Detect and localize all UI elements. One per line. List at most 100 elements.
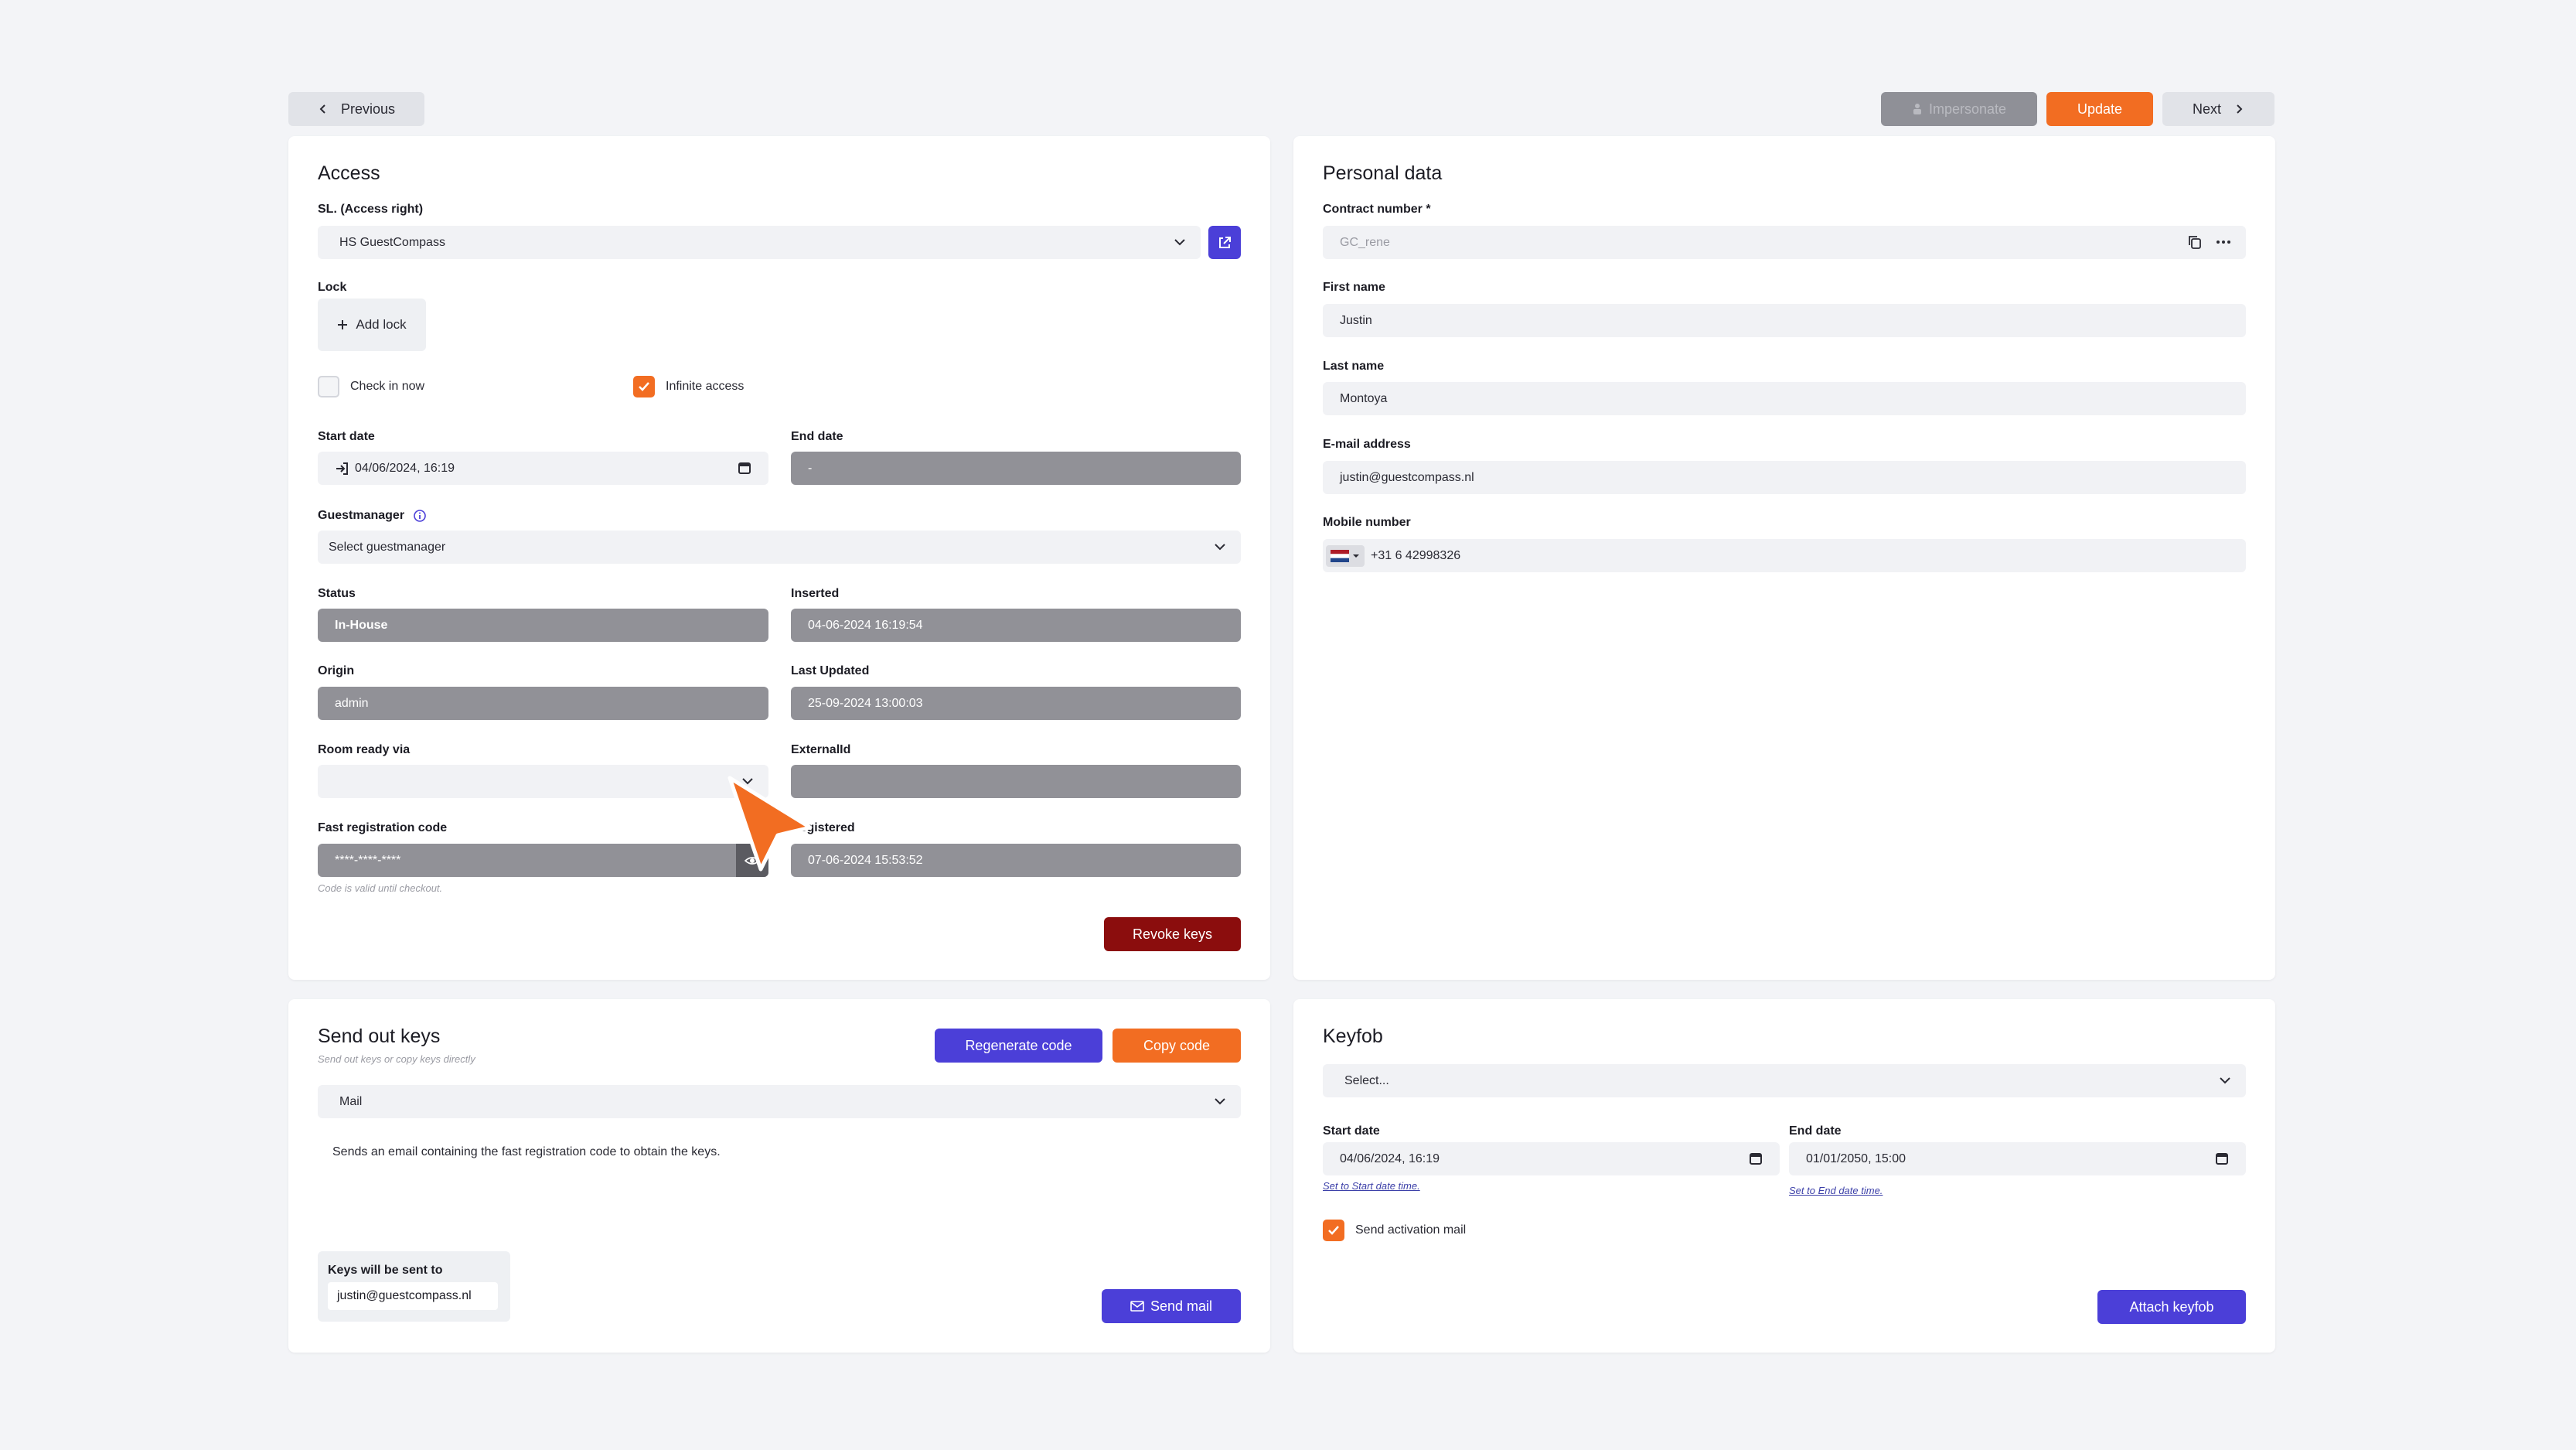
keyfob-title: Keyfob <box>1323 1025 1383 1047</box>
sl-value: HS GuestCompass <box>339 235 445 249</box>
inserted-value: 04-06-2024 16:19:54 <box>808 618 923 632</box>
origin-label: Origin <box>318 664 355 677</box>
first-name-input[interactable]: Justin <box>1323 304 2246 337</box>
fast-registration-hint: Code is valid until checkout. <box>318 882 443 894</box>
previous-label: Previous <box>340 101 396 117</box>
update-button[interactable]: Update <box>2046 92 2153 126</box>
externalid-label: ExternalId <box>791 743 851 756</box>
info-icon[interactable] <box>413 509 427 523</box>
externalid-field <box>791 765 1241 798</box>
send-keys-subtitle: Send out keys or copy keys directly <box>318 1053 475 1065</box>
previous-button[interactable]: Previous <box>288 92 424 126</box>
send-activation-label: Send activation mail <box>1355 1223 1467 1237</box>
mobile-value: +31 6 42998326 <box>1371 548 1461 562</box>
start-date-input[interactable]: 04/06/2024, 16:19 <box>318 452 768 485</box>
next-label: Next <box>2192 101 2221 117</box>
guestmanager-value: Select guestmanager <box>329 540 446 554</box>
recipient-value-chip: justin@guestcompass.nl <box>328 1282 498 1310</box>
keyfob-select[interactable]: Select... <box>1323 1064 2246 1097</box>
chevron-right-icon <box>2237 104 2243 114</box>
recipient-box: Keys will be sent to justin@guestcompass… <box>318 1251 510 1322</box>
last-name-value: Montoya <box>1340 391 1388 405</box>
open-external-button[interactable] <box>1208 226 1241 259</box>
contract-number-value: GC_rene <box>1340 235 1390 249</box>
add-lock-button[interactable]: Add lock <box>318 299 426 351</box>
set-end-date-link[interactable]: Set to End date time. <box>1789 1185 1883 1196</box>
origin-value: admin <box>335 696 369 710</box>
keyfob-end-date-input[interactable]: 01/01/2050, 15:00 <box>1789 1142 2246 1175</box>
add-lock-label: Add lock <box>356 317 407 332</box>
mobile-input[interactable]: +31 6 42998326 <box>1323 539 2246 572</box>
copy-code-button[interactable]: Copy code <box>1113 1029 1241 1063</box>
update-label: Update <box>2077 101 2123 117</box>
mobile-label: Mobile number <box>1323 516 1411 529</box>
end-date-input: - <box>791 452 1241 485</box>
guestmanager-select[interactable]: Select guestmanager <box>318 531 1241 564</box>
infinite-access-label: Infinite access <box>666 380 745 393</box>
revoke-keys-label: Revoke keys <box>1132 926 1213 942</box>
regenerate-code-label: Regenerate code <box>965 1037 1072 1053</box>
keyfob-select-value: Select... <box>1344 1073 1389 1087</box>
lock-label: Lock <box>318 281 347 294</box>
email-label: E-mail address <box>1323 438 1411 451</box>
calendar-icon[interactable] <box>738 461 751 475</box>
regenerate-code-button[interactable]: Regenerate code <box>935 1029 1102 1063</box>
set-start-date-link[interactable]: Set to Start date time. <box>1323 1180 1420 1192</box>
checkmark-icon <box>639 382 649 391</box>
last-updated-label: Last Updated <box>791 664 870 677</box>
next-button[interactable]: Next <box>2162 92 2274 126</box>
calendar-icon[interactable] <box>1749 1151 1763 1165</box>
send-mail-button[interactable]: Send mail <box>1102 1289 1241 1323</box>
more-icon[interactable] <box>2215 234 2232 250</box>
send-method-value: Mail <box>339 1094 363 1108</box>
inserted-label: Inserted <box>791 587 840 600</box>
status-value: In-House <box>335 618 388 632</box>
country-select[interactable] <box>1326 544 1365 567</box>
chevron-left-icon <box>319 104 325 114</box>
status-field: In-House <box>318 609 768 642</box>
keyfob-end-date-value: 01/01/2050, 15:00 <box>1806 1151 1906 1165</box>
attach-keyfob-label: Attach keyfob <box>2129 1298 2214 1315</box>
end-date-value: - <box>808 461 813 475</box>
email-input[interactable]: justin@guestcompass.nl <box>1323 461 2246 494</box>
attach-keyfob-button[interactable]: Attach keyfob <box>2097 1290 2246 1324</box>
fast-registration-field: ****-****-**** <box>318 844 768 877</box>
mail-icon <box>1130 1301 1144 1312</box>
last-name-input[interactable]: Montoya <box>1323 382 2246 415</box>
send-keys-title: Send out keys <box>318 1025 441 1047</box>
send-activation-checkbox[interactable] <box>1323 1220 1344 1241</box>
room-ready-select[interactable] <box>318 765 768 798</box>
calendar-icon[interactable] <box>2215 1151 2229 1165</box>
send-method-select[interactable]: Mail <box>318 1085 1241 1118</box>
sl-select[interactable]: HS GuestCompass <box>318 226 1201 259</box>
impersonate-button[interactable]: Impersonate <box>1881 92 2037 126</box>
guestmanager-label: Guestmanager <box>318 509 427 523</box>
copy-icon[interactable] <box>2187 234 2203 250</box>
last-updated-field: 25-09-2024 13:00:03 <box>791 687 1241 720</box>
personal-data-title: Personal data <box>1323 162 1443 184</box>
check-in-now-checkbox[interactable] <box>318 376 339 397</box>
plus-icon <box>338 320 348 329</box>
check-in-now-label: Check in now <box>350 380 425 393</box>
infinite-access-checkbox[interactable] <box>633 376 655 397</box>
keyfob-end-date-label: End date <box>1789 1124 1842 1138</box>
checkmark-icon <box>1328 1226 1339 1235</box>
origin-field: admin <box>318 687 768 720</box>
contract-number-input[interactable]: GC_rene <box>1323 226 2246 259</box>
revoke-keys-button[interactable]: Revoke keys <box>1104 917 1241 951</box>
chevron-down-icon <box>1215 544 1225 551</box>
first-name-label: First name <box>1323 281 1385 294</box>
impersonate-label: Impersonate <box>1928 101 2007 117</box>
sl-label: SL. (Access right) <box>318 203 424 216</box>
email-value: justin@guestcompass.nl <box>1340 470 1474 484</box>
cursor-pointer-icon <box>727 776 813 872</box>
fast-registration-label: Fast registration code <box>318 821 448 834</box>
recipient-value: justin@guestcompass.nl <box>337 1289 472 1302</box>
external-link-icon <box>1219 236 1231 248</box>
room-ready-label: Room ready via <box>318 743 411 756</box>
registered-field: 07-06-2024 15:53:52 <box>791 844 1241 877</box>
netherlands-flag-icon <box>1331 549 1349 562</box>
keyfob-start-date-input[interactable]: 04/06/2024, 16:19 <box>1323 1142 1780 1175</box>
user-icon <box>1913 104 1921 114</box>
status-label: Status <box>318 587 356 600</box>
